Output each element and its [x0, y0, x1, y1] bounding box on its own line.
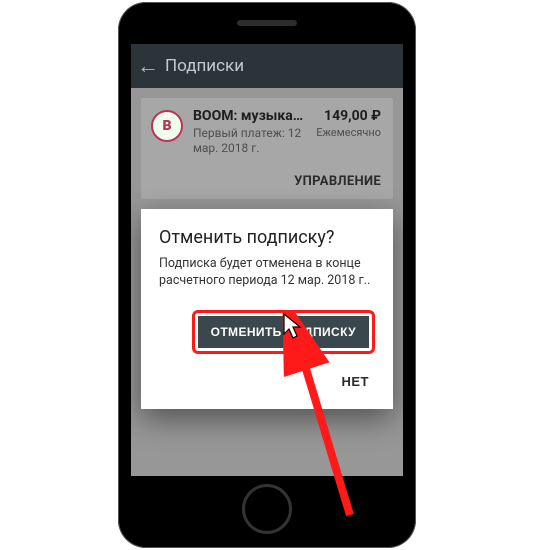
dialog-secondary-row: НЕТ	[159, 368, 375, 395]
annotation-highlight: ОТМЕНИТЬ ПОДПИСКУ	[192, 310, 375, 354]
cancel-subscription-dialog: Отменить подписку? Подписка будет отмене…	[141, 209, 393, 409]
dialog-title: Отменить подписку?	[159, 227, 375, 248]
back-arrow-icon[interactable]: ←	[131, 53, 165, 79]
subscription-card[interactable]: B BOOM: музыкальный... Первый платеж: 12…	[141, 98, 393, 199]
page-title: Подписки	[165, 56, 244, 76]
cancel-subscription-button[interactable]: ОТМЕНИТЬ ПОДПИСКУ	[198, 316, 369, 348]
manage-button[interactable]: УПРАВЛЕНИЕ	[151, 174, 381, 189]
dialog-no-button[interactable]: НЕТ	[336, 368, 376, 395]
screen: ← Подписки B BOOM: музыкальный... Первый…	[131, 44, 403, 476]
phone-frame: ← Подписки B BOOM: музыкальный... Первый…	[118, 2, 416, 548]
phone-speaker	[237, 20, 297, 26]
subscription-period: Ежемесячно	[316, 126, 381, 139]
app-header: ← Подписки	[131, 44, 403, 88]
subscription-price: 149,00 ₽	[316, 108, 381, 124]
app-icon: B	[151, 110, 183, 142]
subscription-title: BOOM: музыкальный...	[193, 108, 306, 124]
dialog-body: Подписка будет отменена в конце расчетно…	[159, 256, 375, 290]
dialog-primary-row: ОТМЕНИТЬ ПОДПИСКУ	[159, 310, 375, 354]
subscription-next-charge: Первый платеж: 12 мар. 2018 г.	[193, 126, 306, 156]
home-button[interactable]	[242, 484, 292, 534]
